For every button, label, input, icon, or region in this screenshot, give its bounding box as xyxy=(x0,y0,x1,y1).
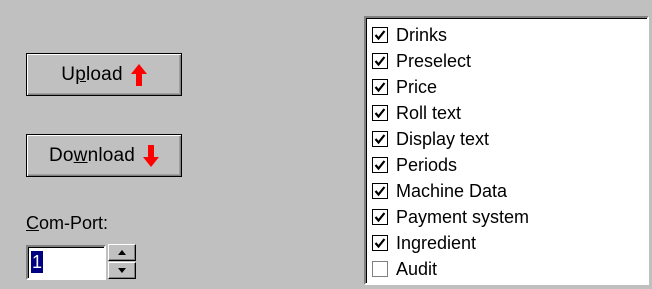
checkmark-icon xyxy=(374,186,386,197)
checkbox-checked[interactable] xyxy=(372,209,388,225)
data-type-checklist[interactable]: Drinks Preselect Price Roll text Display tex… xyxy=(364,16,649,285)
checklist-item-label: Periods xyxy=(396,154,458,175)
checklist-item-label: Ingredient xyxy=(396,232,477,253)
checklist-item[interactable]: Preselect xyxy=(372,48,647,74)
checkbox-checked[interactable] xyxy=(372,79,388,95)
comport-value: 1 xyxy=(31,251,44,273)
arrow-up-icon xyxy=(130,63,147,86)
checkbox-checked[interactable] xyxy=(372,53,388,69)
checkbox-checked[interactable] xyxy=(372,27,388,43)
checklist-item[interactable]: Periods xyxy=(372,152,647,178)
checklist-item-label: Display text xyxy=(396,128,490,149)
checkmark-icon xyxy=(374,82,386,93)
upload-button[interactable]: Upload xyxy=(26,53,182,96)
checkmark-icon xyxy=(374,212,386,223)
checkmark-icon xyxy=(374,56,386,67)
checklist-item[interactable]: Price xyxy=(372,74,647,100)
checklist-item[interactable]: Roll text xyxy=(372,100,647,126)
spin-down-icon xyxy=(118,268,126,273)
checkbox-checked[interactable] xyxy=(372,183,388,199)
comport-label: Com-Port: xyxy=(26,213,109,233)
checklist-item-label: Preselect xyxy=(396,50,472,71)
spin-up-button[interactable] xyxy=(108,244,136,261)
checklist-item-label: Payment system xyxy=(396,206,530,227)
checkbox-checked[interactable] xyxy=(372,235,388,251)
checkmark-icon xyxy=(374,160,386,171)
checkbox-checked[interactable] xyxy=(372,157,388,173)
checkbox-checked[interactable] xyxy=(372,105,388,121)
comport-input[interactable]: 1 xyxy=(26,245,106,280)
checkbox-checked[interactable] xyxy=(372,131,388,147)
checkbox-unchecked[interactable] xyxy=(372,261,388,277)
checklist-item[interactable]: Machine Data xyxy=(372,178,647,204)
spin-down-button[interactable] xyxy=(108,262,136,279)
arrow-down-icon xyxy=(143,144,160,167)
checklist-item[interactable]: Ingredient xyxy=(372,230,647,256)
checkmark-icon xyxy=(374,108,386,119)
checklist-item[interactable]: Drinks xyxy=(372,22,647,48)
checklist-item[interactable]: Payment system xyxy=(372,204,647,230)
checklist-item-label: Drinks xyxy=(396,24,448,45)
checkmark-icon xyxy=(374,30,386,41)
checklist-item-label: Audit xyxy=(396,258,438,279)
checklist-item-label: Roll text xyxy=(396,102,462,123)
checklist-item[interactable]: Display text xyxy=(372,126,647,152)
spin-up-icon xyxy=(118,250,126,255)
upload-button-label: Upload xyxy=(61,63,123,85)
checklist-item-label: Price xyxy=(396,76,438,97)
checkmark-icon xyxy=(374,238,386,249)
checkmark-icon xyxy=(374,134,386,145)
checklist-item[interactable]: Audit xyxy=(372,256,647,282)
checklist-item-label: Machine Data xyxy=(396,180,508,201)
download-button-label: Download xyxy=(48,144,136,166)
download-button[interactable]: Download xyxy=(26,134,182,177)
